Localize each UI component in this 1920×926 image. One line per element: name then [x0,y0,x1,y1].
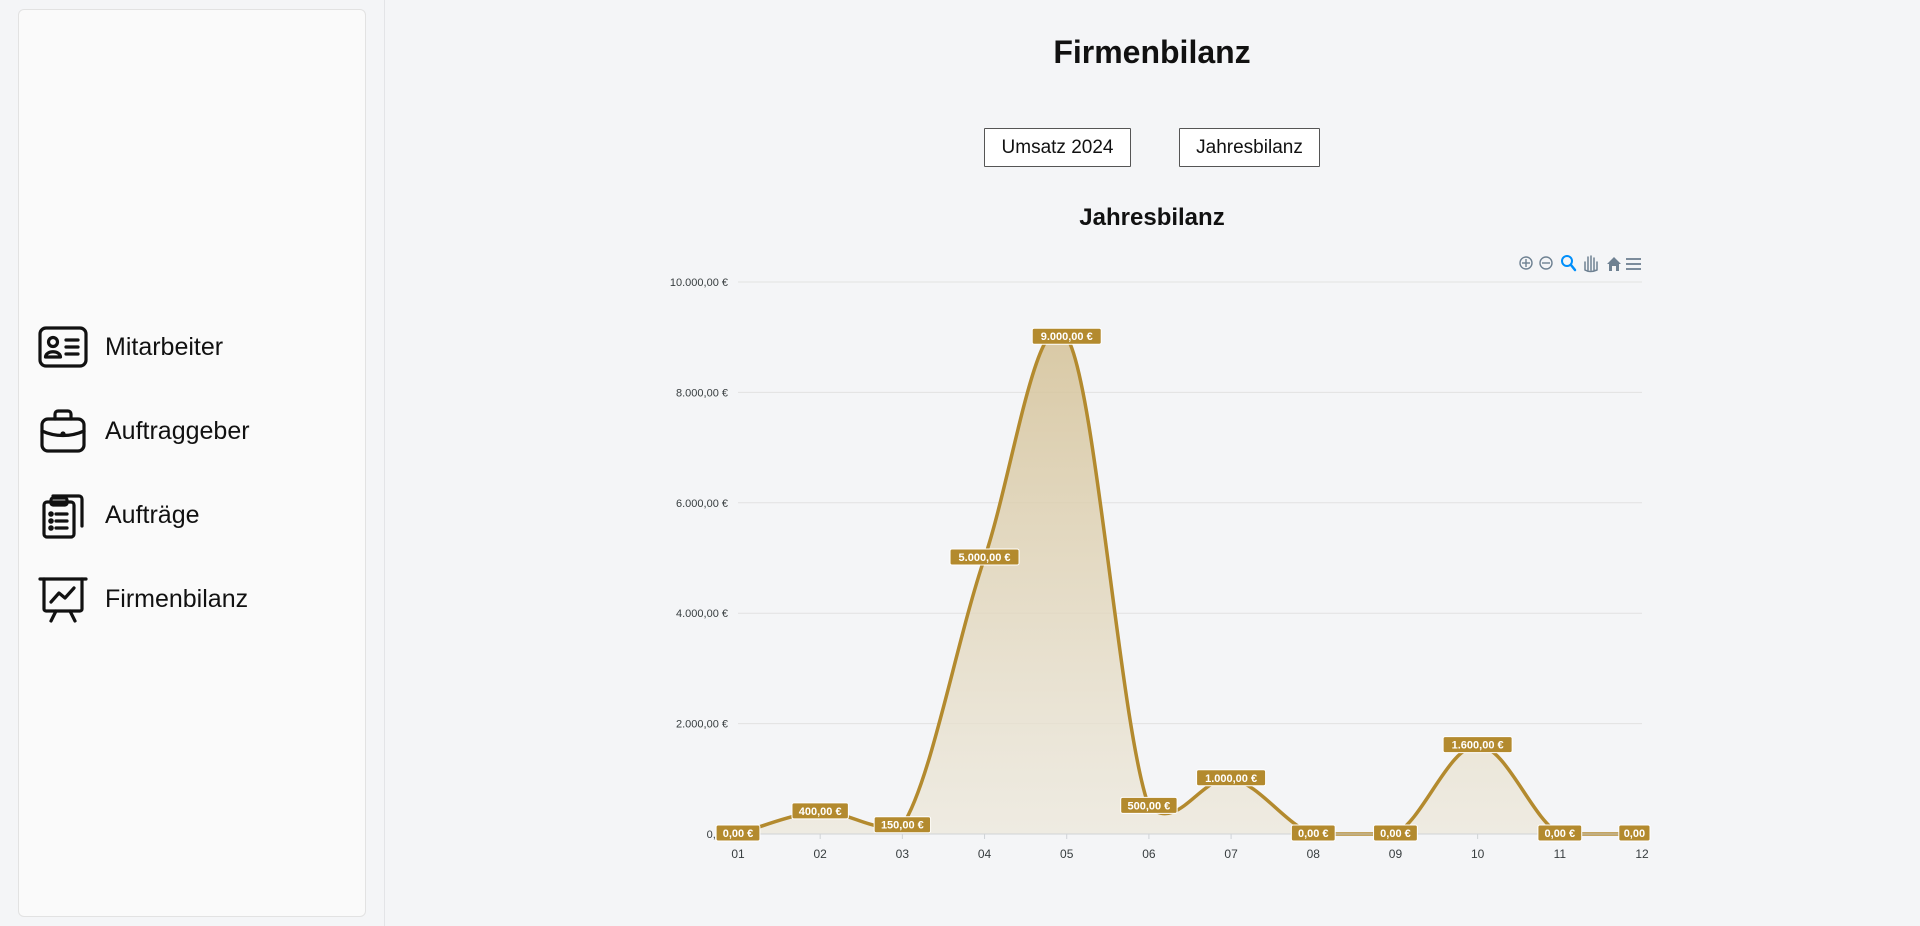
y-tick-label: 6.000,00 € [676,498,728,510]
series-area-fill [738,330,1642,834]
data-label-text: 5.000,00 € [959,552,1011,564]
y-tick-label: 8.000,00 € [676,387,728,399]
data-label-text: 150,00 € [881,820,924,832]
x-tick-label: 02 [814,847,828,861]
data-label-text: 0,00 € [1298,828,1329,840]
data-label-text: 0,00 € [723,828,754,840]
data-label: 9.000,00 € [1031,327,1102,345]
data-label: 0,00 € [1290,824,1336,842]
data-label: 400,00 € [791,802,849,820]
x-tick-label: 01 [731,847,745,861]
data-label-text: 0,00 [1624,828,1645,840]
chart-area: 0,00 2.000,00 € 4.000,00 € 6.000,00 € 8.000,… [670,255,1651,861]
pan-hand-icon[interactable] [1584,255,1598,273]
data-label: 1.600,00 € [1442,736,1513,754]
data-label: 0,00 [1618,824,1651,842]
x-tick-label: 12 [1635,847,1649,861]
x-tick-label: 07 [1224,847,1238,861]
y-tick-label: 4.000,00 € [676,608,728,620]
x-tick-label: 08 [1307,847,1321,861]
x-tick-label: 10 [1471,847,1485,861]
zoom-in-icon[interactable] [1519,256,1533,270]
menu-icon[interactable] [1626,258,1641,270]
data-label-text: 400,00 € [799,806,842,818]
series-line [737,328,1642,836]
y-tick-label: 2.000,00 € [676,719,728,731]
data-label: 0,00 € [715,824,761,842]
reset-home-icon[interactable] [1607,257,1621,271]
y-tick-label: 10.000,00 € [670,277,728,289]
x-tick-label: 06 [1142,847,1156,861]
data-label: 5.000,00 € [949,548,1020,566]
zoom-selection-icon[interactable] [1561,255,1577,272]
x-tick-label: 09 [1389,847,1403,861]
data-label-text: 9.000,00 € [1041,331,1093,343]
data-label-text: 1.000,00 € [1205,773,1257,785]
data-label: 1.000,00 € [1196,769,1267,787]
data-label-text: 0,00 € [1380,828,1411,840]
zoom-out-icon[interactable] [1539,256,1553,270]
data-label-text: 0,00 € [1545,828,1576,840]
x-tick-label: 11 [1554,847,1567,861]
data-label: 150,00 € [873,816,932,834]
x-tick-label: 05 [1060,847,1074,861]
x-tick-label: 04 [978,847,992,861]
data-label: 0,00 € [1537,824,1583,842]
data-label-text: 500,00 € [1127,800,1170,812]
x-tick-label: 03 [896,847,910,861]
data-label: 500,00 € [1120,796,1178,814]
data-label-text: 1.600,00 € [1452,740,1504,752]
data-label: 0,00 € [1373,824,1418,842]
